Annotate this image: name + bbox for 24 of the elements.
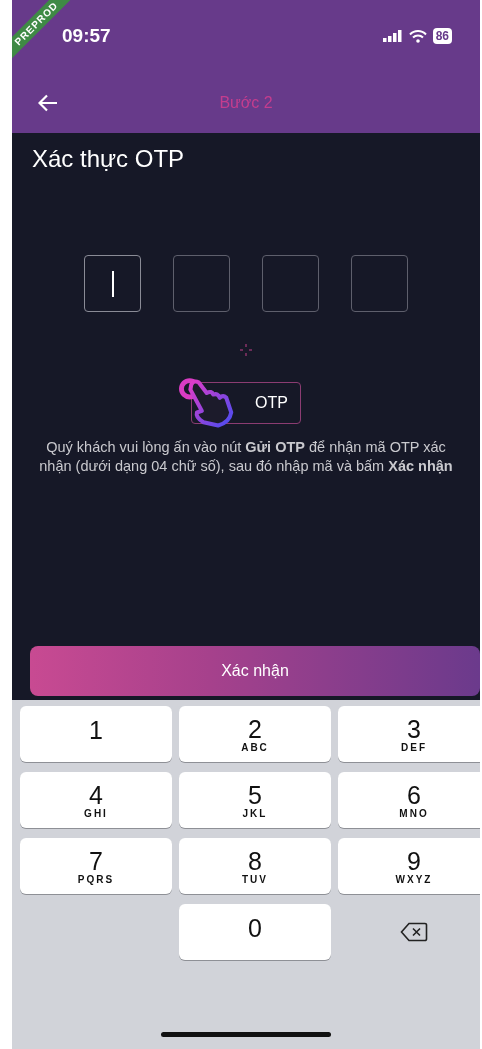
keypad-key[interactable]: 0	[179, 904, 331, 960]
battery-indicator: 86	[432, 28, 452, 44]
header-title: Bước 2	[218, 93, 274, 112]
keypad-key[interactable]: 8 TUV	[179, 838, 331, 894]
loading-icon	[240, 344, 252, 356]
keypad-key[interactable]: 3 DEF	[338, 706, 480, 762]
keypad-key[interactable]: 4 GHI	[20, 772, 172, 828]
otp-digit-field[interactable]	[351, 255, 408, 312]
keypad-key[interactable]: 5 JKL	[179, 772, 331, 828]
otp-digit-field[interactable]	[84, 255, 141, 312]
otp-digit-field[interactable]	[173, 255, 230, 312]
keypad-key[interactable]: 7 PQRS	[20, 838, 172, 894]
page-title: Xác thực OTP	[32, 145, 185, 173]
instruction-text: Quý khách vui lòng ấn vào nút Gửi OTP để nhận mã OTP xác nhận (dưới dạng 04 chữ số), sau đó nhập mã và bấm Xác nhận	[38, 438, 454, 476]
signal-icon	[382, 30, 403, 42]
keypad-key[interactable]: 2 ABC	[179, 706, 331, 762]
keypad-key[interactable]: 6 MNO	[338, 772, 480, 828]
status-time: 09:57	[62, 25, 111, 47]
backspace-icon	[400, 922, 428, 942]
wifi-icon	[408, 29, 427, 43]
keypad-key[interactable]: 1	[20, 706, 172, 762]
confirm-button[interactable]: Xác nhận	[30, 646, 480, 696]
otp-digit-field[interactable]	[262, 255, 319, 312]
keypad-key[interactable]: 9 WXYZ	[338, 838, 480, 894]
